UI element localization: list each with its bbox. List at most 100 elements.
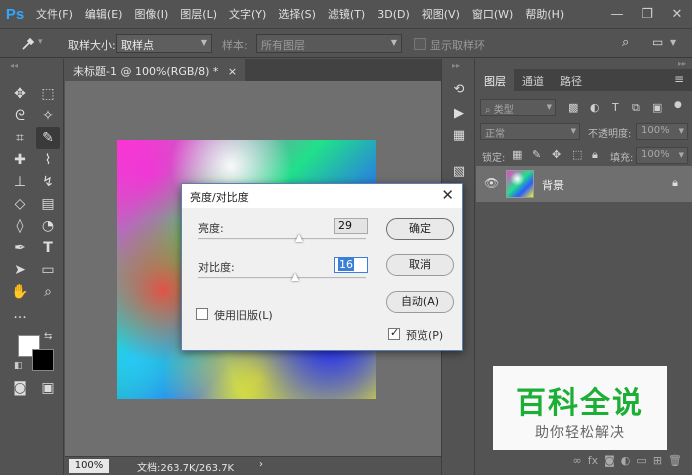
lock-transparency-icon[interactable]: ▦ [512, 148, 522, 161]
collapse-panel-icon[interactable]: ▸▸ [678, 59, 686, 68]
sample-size-dropdown[interactable]: 取样点 ▼ [116, 34, 212, 53]
dodge-tool-icon[interactable]: ◔ [36, 215, 60, 237]
blur-tool-icon[interactable]: ◊ [8, 215, 32, 237]
fill-field[interactable]: 100% ▼ [636, 147, 688, 164]
tab-channels[interactable]: 通道 [514, 69, 552, 91]
contrast-slider[interactable] [198, 273, 366, 281]
opacity-field[interactable]: 100% ▼ [636, 123, 688, 140]
close-tab-icon[interactable]: × [228, 65, 237, 78]
menu-help[interactable]: 帮助(H) [519, 6, 570, 22]
layer-name[interactable]: 背景 [542, 177, 564, 193]
lasso-tool-icon[interactable]: ᘓ [8, 105, 32, 127]
type-tool-icon[interactable]: T [36, 237, 60, 259]
adjustments-panel-icon[interactable]: ▧ [448, 161, 470, 181]
actions-panel-icon[interactable]: ▶ [448, 103, 470, 123]
filter-toggle-icon[interactable]: ● [674, 100, 682, 110]
menu-image[interactable]: 图像(I) [128, 6, 174, 22]
close-icon[interactable]: ✕ [441, 186, 454, 204]
more-tools-icon[interactable]: ··· [8, 307, 32, 329]
new-layer-icon[interactable]: ⊞ [653, 454, 662, 467]
filter-pixel-icon[interactable]: ▩ [568, 101, 578, 114]
brightness-slider[interactable] [198, 234, 366, 242]
eyedropper-icon[interactable] [16, 33, 40, 55]
background-color-swatch[interactable] [32, 349, 54, 371]
filter-smart-icon[interactable]: ▣ [652, 101, 662, 114]
tab-layers[interactable]: 图层 [476, 69, 514, 91]
marquee-tool-icon[interactable]: ⬚ [36, 83, 60, 105]
menu-3d[interactable]: 3D(D) [371, 8, 416, 21]
expand-icon[interactable]: ▸▸ [452, 61, 460, 70]
sample-dropdown[interactable]: 所有图层 ▼ [256, 34, 402, 53]
document-tab[interactable]: 未标题-1 @ 100%(RGB/8) * × [65, 59, 246, 81]
lock-position-icon[interactable]: ✥ [552, 148, 561, 161]
menu-edit[interactable]: 编辑(E) [79, 6, 129, 22]
workspace-chevron-icon[interactable]: ▼ [670, 38, 676, 47]
quick-mask-icon[interactable]: ◙ [8, 377, 32, 399]
history-panel-icon[interactable]: ⟲ [448, 79, 470, 99]
legacy-checkbox[interactable] [196, 308, 208, 320]
minimize-button[interactable]: — [602, 7, 632, 22]
brush-tool-icon[interactable]: ⌇ [36, 149, 60, 171]
rectangle-tool-icon[interactable]: ▭ [36, 259, 60, 281]
show-ring-checkbox[interactable] [414, 38, 426, 50]
auto-button[interactable]: 自动(A) [386, 291, 454, 313]
healing-brush-tool-icon[interactable]: ✚ [8, 149, 32, 171]
crop-tool-icon[interactable]: ⌗ [8, 127, 32, 149]
menu-filter[interactable]: 滤镜(T) [322, 6, 371, 22]
lock-artboard-icon[interactable]: ⬚ [572, 148, 582, 161]
menu-view[interactable]: 视图(V) [416, 6, 466, 22]
clone-stamp-tool-icon[interactable]: ⊥ [8, 171, 32, 193]
layer-row[interactable]: 👁︎ 背景 🔒︎ [476, 166, 692, 202]
delete-layer-icon[interactable]: 🗑︎ [668, 454, 682, 467]
dialog-titlebar[interactable]: 亮度/对比度 ✕ [182, 184, 462, 208]
add-mask-icon[interactable]: ◙ [604, 454, 615, 467]
menu-file[interactable]: 文件(F) [30, 6, 79, 22]
cancel-button[interactable]: 取消 [386, 254, 454, 276]
brightness-slider-thumb[interactable] [294, 234, 303, 242]
contrast-input[interactable]: 16 [334, 257, 368, 273]
blend-mode-dropdown[interactable]: 正常 ▼ [480, 123, 580, 140]
contrast-slider-thumb[interactable] [291, 273, 300, 281]
filter-type-icon[interactable]: T [612, 101, 619, 114]
collapse-icon[interactable]: ◂◂ [10, 61, 18, 70]
default-colors-icon[interactable]: ◧ [14, 361, 23, 371]
pen-tool-icon[interactable]: ✒ [8, 237, 32, 259]
panel-menu-icon[interactable]: ≡ [674, 72, 684, 86]
swap-colors-icon[interactable]: ⇆ [44, 331, 52, 342]
status-menu-arrow-icon[interactable]: › [259, 459, 263, 470]
properties-panel-icon[interactable]: ▦ [448, 125, 470, 145]
move-tool-icon[interactable]: ✥ [8, 83, 32, 105]
path-selection-tool-icon[interactable]: ➤ [8, 259, 32, 281]
eraser-tool-icon[interactable]: ◇ [8, 193, 32, 215]
tab-paths[interactable]: 路径 [552, 69, 590, 91]
brightness-input[interactable]: 29 [334, 218, 368, 234]
lock-all-icon[interactable]: 🔒︎ [592, 148, 598, 162]
workspace-icon[interactable]: ▭ [652, 35, 663, 49]
magic-wand-tool-icon[interactable]: ✧ [36, 105, 60, 127]
restore-button[interactable]: ❐ [632, 7, 662, 22]
gradient-tool-icon[interactable]: ▤ [36, 193, 60, 215]
zoom-tool-icon[interactable]: ⌕ [36, 281, 60, 303]
lock-pixels-icon[interactable]: ✎ [532, 148, 541, 161]
preview-checkbox[interactable] [388, 326, 400, 340]
layer-style-icon[interactable]: fx [588, 454, 598, 467]
close-window-button[interactable]: ✕ [662, 7, 692, 22]
new-adjustment-icon[interactable]: ◐ [621, 454, 631, 467]
filter-adjustment-icon[interactable]: ◐ [590, 101, 600, 114]
history-brush-tool-icon[interactable]: ↯ [36, 171, 60, 193]
eye-icon[interactable]: 👁︎ [484, 176, 499, 190]
link-layers-icon[interactable]: ∞ [573, 454, 582, 467]
filter-shape-icon[interactable]: ⧉ [632, 101, 640, 115]
menu-type[interactable]: 文字(Y) [223, 6, 272, 22]
menu-window[interactable]: 窗口(W) [466, 6, 519, 22]
layer-filter-dropdown[interactable]: ⌕ 类型 ▼ [480, 99, 556, 116]
eyedropper-tool-icon[interactable]: ✎ [36, 127, 60, 149]
ok-button[interactable]: 确定 [386, 218, 454, 240]
search-icon[interactable]: ⌕ [622, 35, 629, 50]
zoom-level-field[interactable]: 100% [69, 459, 109, 473]
screen-mode-icon[interactable]: ▣ [36, 377, 60, 399]
hand-tool-icon[interactable]: ✋ [8, 281, 32, 303]
tool-preset-arrow-icon[interactable]: ▾ [38, 37, 43, 47]
new-group-icon[interactable]: ▭ [636, 454, 646, 467]
menu-layer[interactable]: 图层(L) [174, 6, 223, 22]
